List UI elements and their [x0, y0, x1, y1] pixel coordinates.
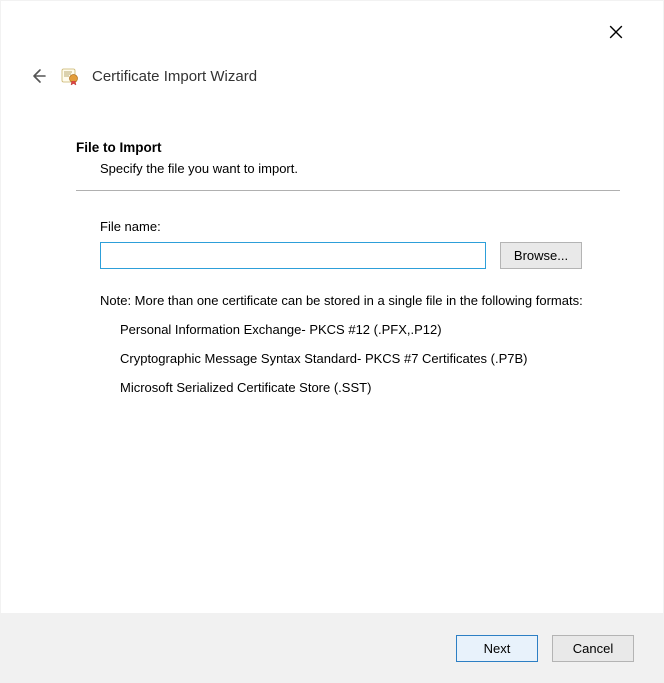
- divider: [76, 190, 620, 191]
- browse-button[interactable]: Browse...: [500, 242, 582, 269]
- back-arrow-icon[interactable]: [28, 66, 48, 86]
- filename-input[interactable]: [100, 242, 486, 269]
- wizard-header: Certificate Import Wizard: [28, 66, 257, 86]
- note-text: Note: More than one certificate can be s…: [100, 293, 620, 308]
- content-area: File to Import Specify the file you want…: [76, 140, 620, 409]
- wizard-title: Certificate Import Wizard: [92, 68, 257, 85]
- next-button[interactable]: Next: [456, 635, 538, 662]
- list-item: Microsoft Serialized Certificate Store (…: [120, 380, 620, 395]
- filename-label: File name:: [100, 219, 620, 234]
- format-list: Personal Information Exchange- PKCS #12 …: [120, 322, 620, 395]
- certificate-icon: [60, 66, 80, 86]
- close-icon[interactable]: [600, 20, 632, 44]
- step-title: File to Import: [76, 140, 620, 155]
- list-item: Personal Information Exchange- PKCS #12 …: [120, 322, 620, 337]
- step-subtitle: Specify the file you want to import.: [100, 161, 620, 176]
- filename-row: Browse...: [100, 242, 620, 269]
- cancel-button[interactable]: Cancel: [552, 635, 634, 662]
- footer-bar: Next Cancel: [0, 613, 664, 683]
- field-area: File name: Browse... Note: More than one…: [100, 219, 620, 395]
- wizard-window: Certificate Import Wizard File to Import…: [0, 0, 664, 683]
- list-item: Cryptographic Message Syntax Standard- P…: [120, 351, 620, 366]
